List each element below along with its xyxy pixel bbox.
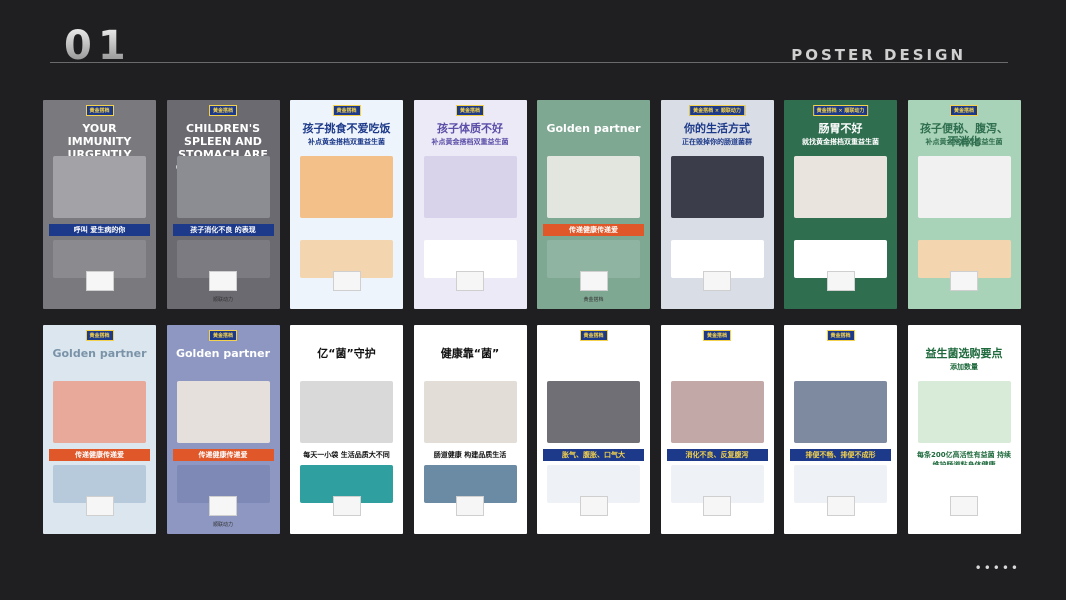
product-pack-icon: [703, 271, 731, 291]
poster-headline: 肠胃不好: [818, 122, 863, 135]
poster-headline: 你的生活方式: [684, 122, 750, 135]
poster-tagline: 呼叫 爱生病的你: [49, 224, 150, 236]
brand-logo: 黄金搭档 × 顺联动力: [689, 105, 745, 116]
poster-photo: [423, 381, 517, 443]
brand-logo: 黄金搭档 × 顺联动力: [812, 105, 869, 116]
poster-headline: Golden partner: [52, 347, 147, 360]
product-pack-icon: [826, 496, 855, 516]
brand-logo: 黄金搭档: [949, 105, 979, 116]
poster-subheadline: 补点黄金搭档双重益生菌: [431, 138, 509, 146]
product-pack-icon: [332, 271, 361, 291]
poster-thumbnail[interactable]: 黄金搭档YOUR IMMUNITY URGENTLY NEEDS TO BE I…: [43, 100, 156, 309]
page-number: 01: [64, 23, 132, 69]
product-pack-icon: [950, 271, 978, 291]
product-pack-icon: [703, 496, 731, 516]
poster-thumbnail[interactable]: 黄金搭档 × 顺联动力 你的生活方式正在毁掉你的肠道菌群: [660, 100, 774, 309]
product-pack-icon: [456, 496, 484, 516]
product-pack-icon: [332, 496, 361, 516]
poster-tagline: 肠道健康 构建品质生活: [433, 451, 507, 459]
poster-thumbnail[interactable]: 黄金搭档消化不良、反复腹泻: [660, 325, 774, 534]
poster-headline: 益生菌选购要点: [925, 347, 1003, 360]
brand-logo: 黄金搭档: [579, 330, 608, 341]
product-pack-icon: [209, 271, 237, 291]
poster-photo: [176, 156, 270, 218]
poster-thumbnail[interactable]: 黄金搭档孩子体质不好补点黄金搭档双重益生菌: [413, 100, 527, 309]
poster-headline: Golden partner: [546, 122, 641, 135]
brand-logo: 黄金搭档: [826, 330, 855, 341]
poster-photo: [53, 156, 146, 218]
product-pack-icon: [579, 271, 608, 291]
poster-tagline: 排便不畅、排便不成形: [790, 449, 891, 461]
poster-thumbnail[interactable]: 黄金搭档 孩子便秘、腹泻、不消化 补点黄金搭档双重益生菌: [907, 100, 1021, 309]
poster-subheadline: 补点黄金搭档双重益生菌: [308, 138, 385, 146]
brand-logo: 黄金搭档: [332, 105, 361, 116]
poster-tagline: 传递健康传递爱: [172, 449, 274, 461]
poster-tagline: 传递健康传递爱: [49, 449, 150, 461]
poster-footer: 顺联动力: [212, 522, 233, 528]
poster-thumbnail[interactable]: 黄金搭档孩子挑食不爱吃饭补点黄金搭档双重益生菌: [290, 100, 403, 309]
poster-photo: [300, 156, 393, 218]
poster-thumbnail[interactable]: 黄金搭档 Golden partner 传递健康传递爱顺联动力: [166, 325, 280, 534]
product-pack-icon: [456, 271, 484, 291]
product-pack-icon: [209, 496, 237, 516]
brand-logo: 黄金搭档: [702, 330, 732, 341]
poster-tagline: 孩子消化不良 的表现: [172, 224, 274, 236]
poster-headline: Golden partner: [175, 347, 271, 360]
poster-subheadline: 就找黄金搭档双重益生菌: [802, 138, 879, 146]
product-pack-icon: [85, 271, 114, 291]
pagination-dots[interactable]: •••••: [975, 561, 1020, 575]
brand-logo: 黄金搭档: [208, 330, 238, 341]
poster-thumbnail[interactable]: 黄金搭档CHILDREN'S SPLEEN AND STOMACH ARE GO…: [166, 100, 280, 309]
brand-logo: 黄金搭档: [455, 105, 485, 116]
poster-headline: 亿“菌”守护: [317, 347, 376, 360]
poster-photo: [794, 381, 887, 443]
poster-thumbnail[interactable]: 黄金搭档胀气、腹胀、口气大: [537, 325, 650, 534]
poster-tagline: 消化不良、反复腹泻: [666, 449, 768, 461]
poster-subheadline: 添加数量: [950, 363, 978, 371]
poster-photo: [547, 156, 640, 218]
poster-headline: 孩子挑食不爱吃饭: [302, 122, 391, 135]
poster-photo: [423, 156, 517, 218]
poster-photo: [53, 381, 146, 443]
poster-photo: [670, 156, 764, 218]
poster-photo: [917, 381, 1011, 443]
poster-footer: 黄金搭档: [583, 297, 604, 303]
poster-tagline: 胀气、腹胀、口气大: [543, 449, 644, 461]
poster-tagline: 每天一小袋 生活品质大不同: [303, 451, 390, 459]
poster-tagline: 传递健康传递爱: [543, 224, 644, 236]
poster-grid: 黄金搭档YOUR IMMUNITY URGENTLY NEEDS TO BE I…: [43, 100, 1021, 534]
brand-logo: 黄金搭档: [85, 105, 114, 116]
poster-thumbnail[interactable]: 黄金搭档排便不畅、排便不成形: [784, 325, 897, 534]
poster-photo: [176, 381, 270, 443]
product-pack-icon: [950, 496, 978, 516]
poster-photo: [670, 381, 764, 443]
poster-photo: [794, 156, 887, 218]
poster-photo: [917, 156, 1011, 218]
poster-photo: [547, 381, 640, 443]
brand-logo: 黄金搭档: [85, 330, 114, 341]
product-pack-icon: [826, 271, 855, 291]
poster-thumbnail[interactable]: 黄金搭档 Golden partner 传递健康传递爱: [43, 325, 156, 534]
header-divider: [50, 62, 1008, 63]
poster-thumbnail[interactable]: 亿“菌”守护每天一小袋 生活品质大不同: [290, 325, 403, 534]
poster-headline: 健康靠“菌”: [440, 347, 500, 360]
poster-thumbnail[interactable]: 健康靠“菌” 肠道健康 构建品质生活: [413, 325, 527, 534]
poster-photo: [300, 381, 393, 443]
product-pack-icon: [579, 496, 608, 516]
poster-thumbnail[interactable]: 益生菌选购要点添加数量每条200亿高活性有益菌 持续维护肠道粘身体健康: [907, 325, 1021, 534]
poster-subheadline: 补点黄金搭档双重益生菌: [925, 138, 1003, 146]
poster-thumbnail[interactable]: 黄金搭档 × 顺联动力 肠胃不好就找黄金搭档双重益生菌: [784, 100, 897, 309]
poster-footer: 顺联动力: [212, 297, 233, 303]
poster-headline: 孩子体质不好: [437, 122, 503, 135]
poster-thumbnail[interactable]: Golden partner 传递健康传递爱黄金搭档: [537, 100, 650, 309]
brand-logo: 黄金搭档: [208, 105, 238, 116]
poster-subheadline: 正在毁掉你的肠道菌群: [682, 138, 752, 146]
product-pack-icon: [85, 496, 114, 516]
